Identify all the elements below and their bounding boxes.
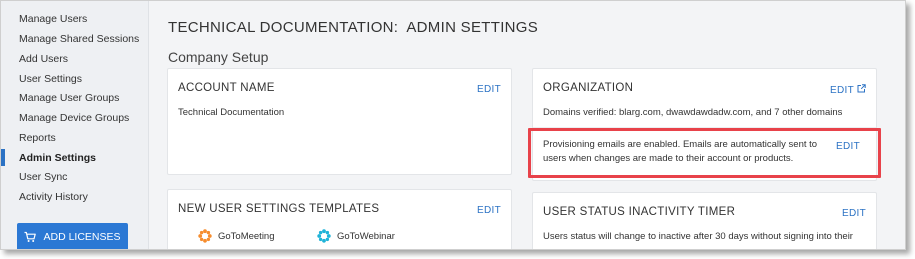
sidebar-item-manage-user-groups[interactable]: Manage User Groups — [19, 92, 119, 104]
add-licenses-label: ADD LICENSES — [43, 231, 121, 243]
gotomeeting-icon — [198, 229, 212, 243]
account-name-edit-link[interactable]: EDIT — [477, 84, 501, 95]
cart-icon — [24, 231, 37, 243]
highlight-box — [528, 128, 881, 178]
account-name-card: ACCOUNT NAME EDIT Technical Documentatio… — [167, 68, 512, 175]
templates-edit-link[interactable]: EDIT — [477, 205, 501, 216]
templates-title: NEW USER SETTINGS TEMPLATES — [178, 203, 380, 215]
sidebar-item-add-users[interactable]: Add Users — [19, 53, 68, 65]
sidebar: Manage Users Manage Shared Sessions Add … — [1, 1, 149, 249]
external-link-icon — [857, 84, 866, 96]
sidebar-item-admin-settings[interactable]: Admin Settings — [19, 152, 96, 164]
sidebar-item-user-sync[interactable]: User Sync — [19, 171, 67, 183]
organization-edit-label: EDIT — [830, 84, 854, 96]
admin-window: Manage Users Manage Shared Sessions Add … — [0, 0, 906, 250]
section-title: Company Setup — [168, 49, 269, 65]
main-content: TECHNICAL DOCUMENTATION: ADMIN SETTINGS … — [150, 1, 905, 249]
organization-title: ORGANIZATION — [543, 82, 634, 94]
sidebar-item-activity-history[interactable]: Activity History — [19, 191, 88, 203]
inactivity-edit-link[interactable]: EDIT — [842, 208, 866, 219]
add-licenses-button[interactable]: ADD LICENSES — [17, 223, 128, 249]
sidebar-item-reports[interactable]: Reports — [19, 132, 56, 144]
gotomeeting-label: GoToMeeting — [218, 230, 275, 242]
product-gotomeeting: GoToMeeting — [198, 229, 275, 243]
account-name-value: Technical Documentation — [178, 107, 285, 118]
sidebar-item-manage-shared-sessions[interactable]: Manage Shared Sessions — [19, 33, 139, 45]
page-title: TECHNICAL DOCUMENTATION: ADMIN SETTINGS — [168, 19, 539, 36]
sidebar-item-manage-device-groups[interactable]: Manage Device Groups — [19, 112, 129, 124]
sidebar-item-user-settings[interactable]: User Settings — [19, 73, 82, 85]
inactivity-card: USER STATUS INACTIVITY TIMER EDIT Users … — [532, 192, 877, 249]
active-indicator — [1, 149, 5, 166]
organization-domains: Domains verified: blarg.com, dwawdawdadw… — [543, 107, 843, 118]
inactivity-title: USER STATUS INACTIVITY TIMER — [543, 206, 736, 218]
gotowebinar-icon — [317, 229, 331, 243]
gotowebinar-label: GoToWebinar — [337, 230, 395, 242]
organization-edit-link[interactable]: EDIT — [830, 84, 866, 96]
templates-card: NEW USER SETTINGS TEMPLATES EDIT GoToMee — [167, 189, 512, 249]
inactivity-text: Users status will change to inactive aft… — [543, 231, 853, 242]
account-name-title: ACCOUNT NAME — [178, 82, 275, 94]
product-gotowebinar: GoToWebinar — [317, 229, 395, 243]
sidebar-item-manage-users[interactable]: Manage Users — [19, 13, 87, 25]
